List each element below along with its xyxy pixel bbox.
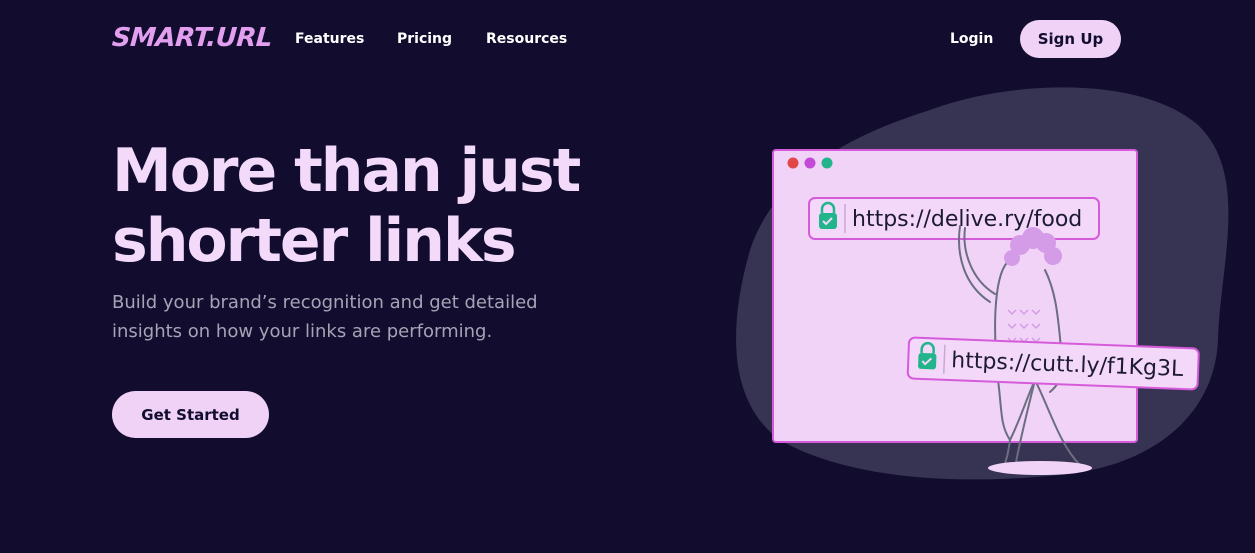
window-dot-green	[821, 157, 833, 169]
hero-subtitle-line1: Build your brand’s recognition and get d…	[112, 292, 538, 313]
hero-title-line2: shorter links	[112, 206, 517, 276]
signup-button[interactable]: Sign Up	[1020, 20, 1121, 58]
hero-title-line1: More than just	[112, 136, 581, 206]
browser-window	[772, 149, 1138, 443]
nav-features-link[interactable]: Features	[295, 31, 364, 47]
hero-subtitle: Build your brand’s recognition and get d…	[112, 288, 592, 346]
window-dot-red	[787, 157, 799, 169]
login-link[interactable]: Login	[950, 31, 993, 47]
hero-illustration: https://delive.ry/food https://cutt.ly/f…	[736, 87, 1229, 480]
hero-subtitle-line2: insights on how your links are performin…	[112, 321, 493, 342]
nav-resources-link[interactable]: Resources	[486, 31, 567, 47]
nav-pricing-link[interactable]: Pricing	[397, 31, 452, 47]
window-dot-purple	[804, 157, 816, 169]
long-url-text: https://delive.ry/food	[852, 207, 1082, 232]
hero-title: More than just shorter links	[112, 136, 672, 276]
ground-shadow	[988, 461, 1092, 475]
landing-page: SMART.URL Features Pricing Resources Log…	[0, 0, 1255, 553]
get-started-button[interactable]: Get Started	[112, 391, 269, 438]
logo[interactable]: SMART.URL	[111, 23, 273, 53]
